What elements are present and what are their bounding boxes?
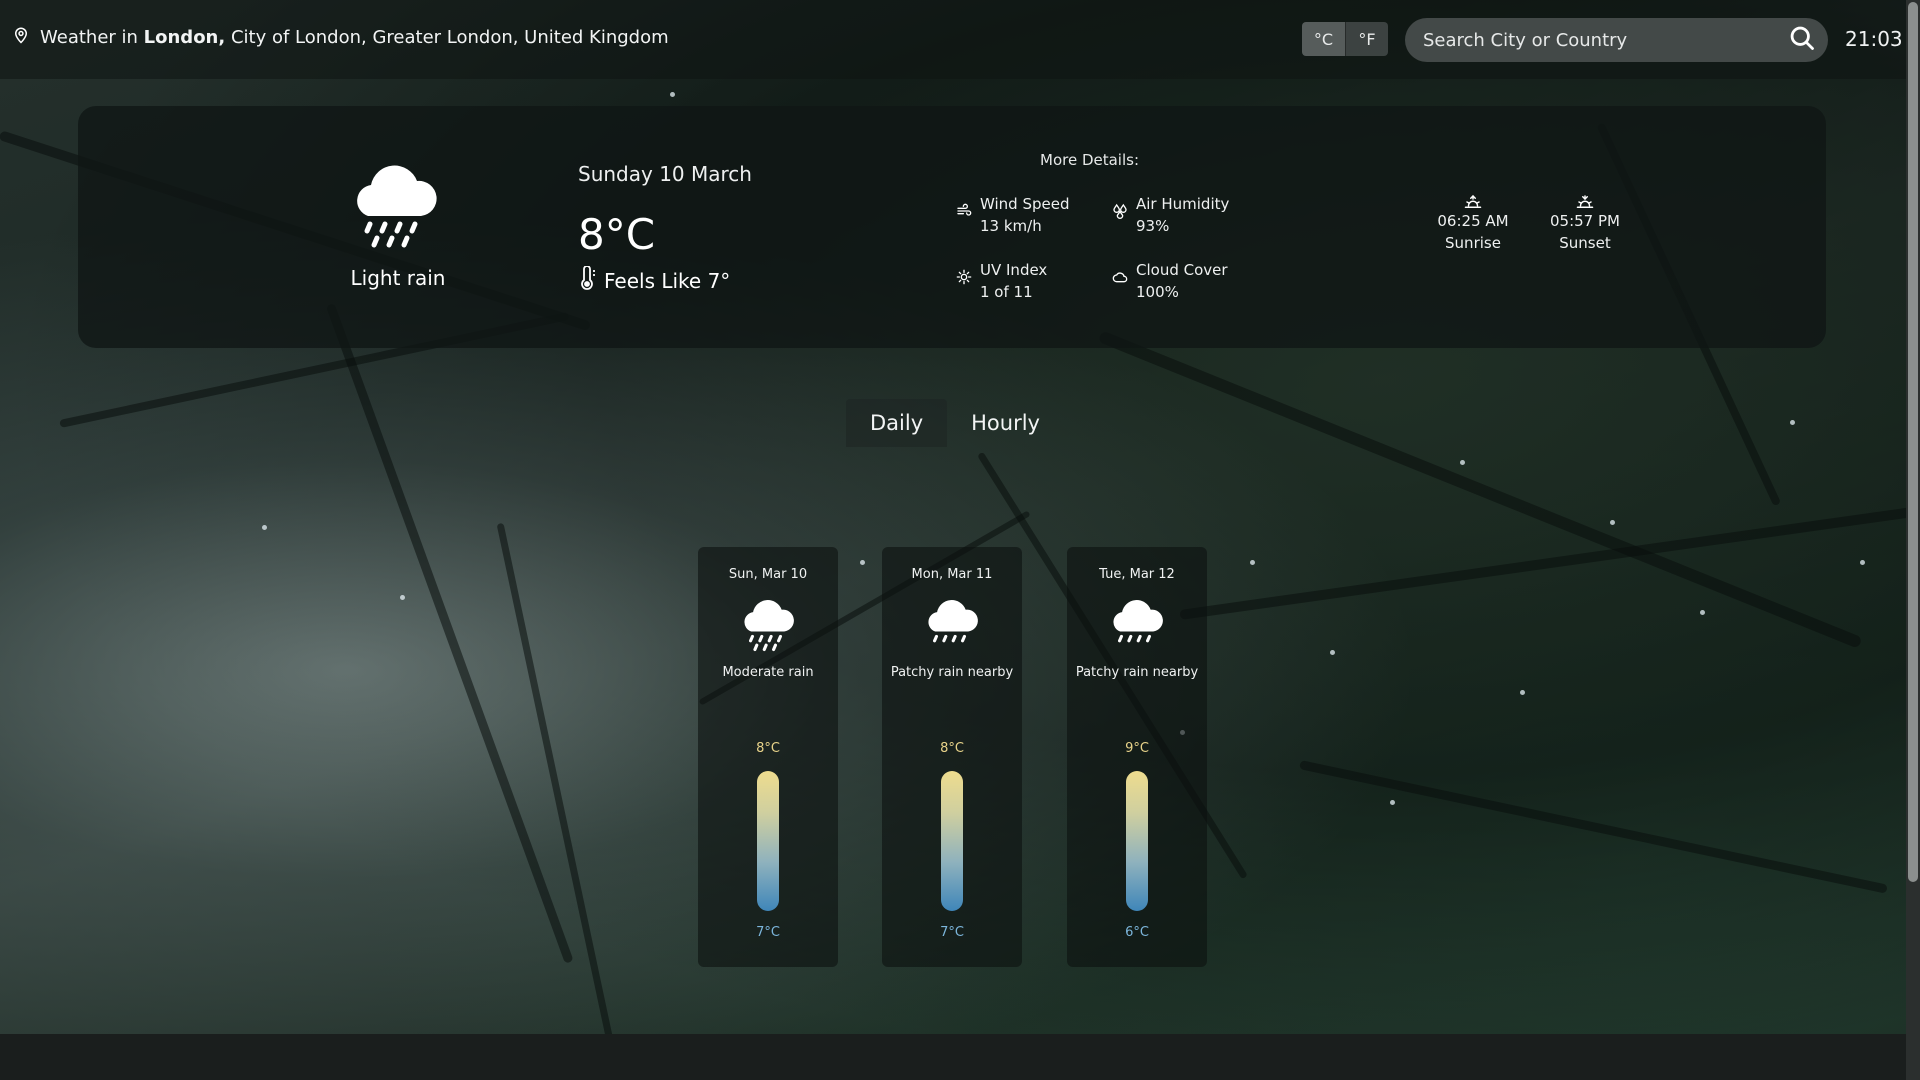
sunrise-icon — [1428, 194, 1518, 210]
forecast-card[interactable]: Mon, Mar 11 Patchy rain nearby 8°C 7°C — [882, 547, 1022, 967]
wind-speed-label: Wind Speed — [980, 195, 1070, 213]
sunset-time: 05:57 PM — [1550, 212, 1620, 230]
sunset-label: Sunset — [1559, 234, 1611, 252]
forecast-day: Mon, Mar 11 — [911, 567, 993, 582]
location-city: London, — [143, 27, 226, 48]
forecast-high: 9°C — [1125, 741, 1149, 756]
rain-cloud-icon — [882, 595, 1022, 653]
thermometer-icon — [578, 265, 596, 295]
temperature-range-bar — [941, 771, 963, 911]
forecast-high: 8°C — [940, 741, 964, 756]
air-humidity-detail: Air Humidity 93% — [1112, 193, 1229, 237]
sunset-info: 05:57 PM Sunset — [1540, 194, 1630, 254]
temperature-range-bar — [757, 771, 779, 911]
air-humidity-value: 93% — [1136, 217, 1170, 235]
location-pin-icon — [12, 26, 30, 49]
temperature-range-bar — [1126, 771, 1148, 911]
celsius-button[interactable]: °C — [1302, 22, 1345, 56]
forecast-day: Tue, Mar 12 — [1099, 567, 1175, 582]
sunrise-label: Sunrise — [1445, 234, 1501, 252]
cloud-icon — [1112, 269, 1128, 303]
wind-speed-value: 13 km/h — [980, 217, 1042, 235]
rain-cloud-icon — [350, 158, 440, 254]
wind-icon — [956, 203, 972, 237]
wind-speed-detail: Wind Speed 13 km/h — [956, 193, 1070, 237]
rain-cloud-icon — [1067, 595, 1207, 653]
forecast-condition: Patchy rain nearby — [1075, 665, 1199, 680]
feels-like-label: Feels Like 7° — [604, 268, 731, 293]
footer-strip — [0, 1034, 1906, 1080]
clock: 21:03 — [1845, 27, 1903, 51]
cloud-cover-label: Cloud Cover — [1136, 261, 1228, 279]
more-details-title: More Details: — [1040, 151, 1140, 169]
fahrenheit-button[interactable]: °F — [1345, 22, 1388, 56]
rain-cloud-icon — [698, 595, 838, 653]
forecast-low: 7°C — [940, 925, 964, 940]
forecast-low: 6°C — [1125, 925, 1149, 940]
scrollbar-thumb[interactable] — [1908, 2, 1918, 882]
current-condition: Light rain — [350, 266, 446, 290]
unit-toggle: °C °F — [1302, 22, 1388, 56]
uv-index-value: 1 of 11 — [980, 283, 1033, 301]
forecast-tabs: Daily Hourly — [846, 399, 1064, 447]
search-bar — [1405, 18, 1828, 62]
cloud-cover-value: 100% — [1136, 283, 1179, 301]
current-weather-panel: Light rain Sunday 10 March 8°C Feels Lik… — [78, 106, 1826, 348]
forecast-high: 8°C — [756, 741, 780, 756]
sunrise-info: 06:25 AM Sunrise — [1428, 194, 1518, 254]
tab-hourly[interactable]: Hourly — [947, 399, 1064, 447]
sun-icon — [956, 269, 972, 303]
location-label: Weather in London, City of London, Great… — [12, 26, 669, 49]
sunset-icon — [1540, 194, 1630, 210]
forecast-card[interactable]: Tue, Mar 12 Patchy rain nearby 9°C 6°C — [1067, 547, 1207, 967]
search-icon[interactable] — [1788, 24, 1816, 56]
forecast-low: 7°C — [756, 925, 780, 940]
humidity-icon — [1112, 203, 1128, 237]
feels-like: Feels Like 7° — [578, 265, 731, 295]
location-prefix: Weather in — [40, 27, 138, 48]
tab-daily[interactable]: Daily — [846, 399, 948, 447]
forecast-condition: Moderate rain — [722, 665, 814, 680]
current-temperature: 8°C — [578, 210, 656, 259]
uv-index-detail: UV Index 1 of 11 — [956, 259, 1047, 303]
forecast-condition: Patchy rain nearby — [890, 665, 1014, 680]
forecast-day: Sun, Mar 10 — [728, 567, 808, 582]
search-input[interactable] — [1423, 29, 1788, 51]
sunrise-time: 06:25 AM — [1437, 212, 1509, 230]
forecast-card[interactable]: Sun, Mar 10 Moderate rain 8°C 7°C — [698, 547, 838, 967]
uv-index-label: UV Index — [980, 261, 1048, 279]
air-humidity-label: Air Humidity — [1136, 195, 1230, 213]
top-bar: Weather in London, City of London, Great… — [0, 0, 1906, 79]
current-date: Sunday 10 March — [578, 162, 752, 186]
location-region: City of London, Greater London, United K… — [230, 27, 669, 48]
cloud-cover-detail: Cloud Cover 100% — [1112, 259, 1228, 303]
